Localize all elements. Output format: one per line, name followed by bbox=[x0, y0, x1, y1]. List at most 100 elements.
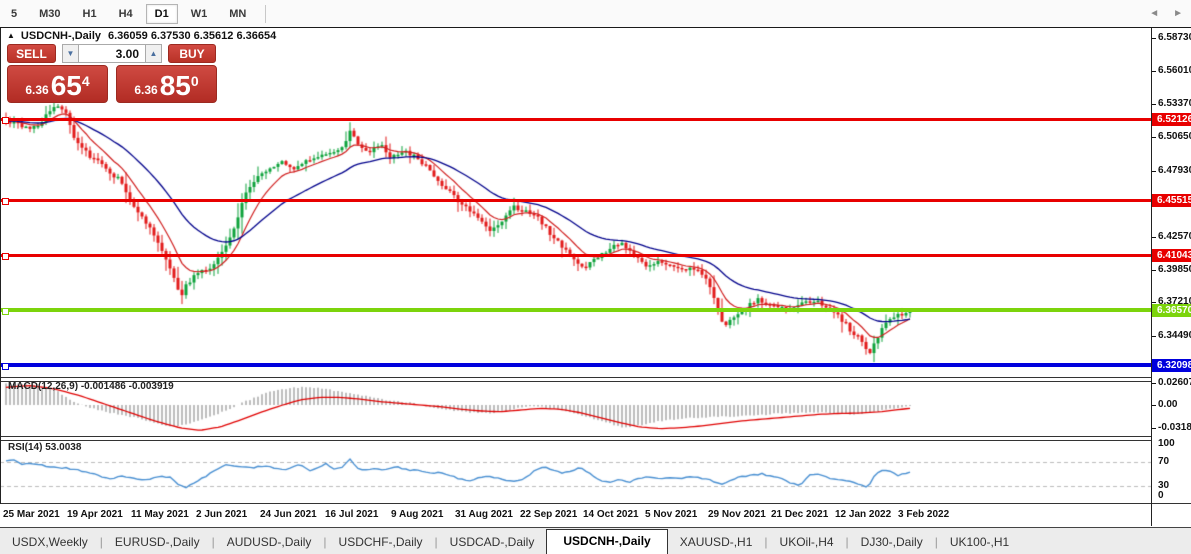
tab-uk100-h1[interactable]: UK100-,H1 bbox=[938, 531, 1021, 554]
trade-panel: SELL ▼ ▲ BUY 6.36 65 4 6.36 85 0 bbox=[7, 44, 217, 103]
axis-tick-mark bbox=[1152, 270, 1156, 271]
price-tick-label: 6.34490 bbox=[1158, 330, 1191, 341]
date-label: 31 Aug 2021 bbox=[455, 509, 513, 520]
tab-usdx-weekly[interactable]: USDX,Weekly bbox=[0, 531, 100, 554]
terminal-window: 5M30H1H4D1W1MN ▲ USDCNH-,Daily 6.36059 6… bbox=[0, 0, 1191, 553]
timeframe-button-m30[interactable]: M30 bbox=[30, 4, 69, 24]
tab-eurusd-daily[interactable]: EURUSD-,Daily bbox=[103, 531, 212, 554]
volume-input[interactable] bbox=[79, 46, 142, 62]
axis-tick-mark bbox=[1152, 104, 1156, 105]
date-axis[interactable]: 25 Mar 2021 19 Apr 2021 11 May 2021 2 Jun 2… bbox=[0, 504, 1151, 526]
macd-label: MACD(12,26,9) -0.001486 -0.003919 bbox=[8, 381, 174, 392]
axis-tick-mark bbox=[1152, 336, 1156, 337]
price-tick-label: 6.56010 bbox=[1158, 65, 1191, 76]
axis-tick-mark bbox=[1152, 237, 1156, 238]
chart-tabs-bar: USDX,Weekly|EURUSD-,Daily|AUDUSD-,Daily|… bbox=[0, 527, 1191, 554]
price-tick-label: 6.39850 bbox=[1158, 264, 1191, 275]
price-level-label: 6.32098 bbox=[1152, 359, 1191, 372]
level-drag-handle[interactable] bbox=[2, 198, 9, 205]
tab-audusd-daily[interactable]: AUDUSD-,Daily bbox=[215, 531, 324, 554]
axis-tick-mark bbox=[1152, 428, 1156, 429]
macd-tick-label: 0.00 bbox=[1158, 399, 1177, 410]
price-level-line-6.36570[interactable] bbox=[1, 308, 1151, 312]
toolbar-separator bbox=[265, 5, 266, 23]
buy-price-prefix: 6.36 bbox=[134, 83, 157, 97]
level-drag-handle[interactable] bbox=[2, 363, 9, 370]
date-label: 2 Jun 2021 bbox=[196, 509, 247, 520]
axis-tick-mark bbox=[1152, 137, 1156, 138]
level-drag-handle[interactable] bbox=[2, 253, 9, 260]
macd-tick-label: 0.02607 bbox=[1158, 377, 1191, 388]
price-level-label: 6.36570 bbox=[1152, 304, 1191, 317]
date-label: 25 Mar 2021 bbox=[3, 509, 60, 520]
chart-header: ▲ USDCNH-,Daily 6.36059 6.37530 6.35612 … bbox=[7, 29, 276, 43]
axis-tick-mark bbox=[1152, 171, 1156, 172]
tab-usdcnh-daily[interactable]: USDCNH-,Daily bbox=[546, 529, 667, 554]
buy-price-box[interactable]: 6.36 85 0 bbox=[116, 65, 217, 103]
buy-price-big: 85 bbox=[160, 71, 191, 101]
sell-price-big: 65 bbox=[51, 71, 82, 101]
collapse-panel-icon[interactable]: ▲ bbox=[7, 31, 15, 41]
timeframe-toolbar: 5M30H1H4D1W1MN bbox=[0, 0, 1191, 28]
timeframe-button-w1[interactable]: W1 bbox=[182, 4, 217, 24]
pane-separator[interactable] bbox=[0, 436, 1191, 441]
tab-ukoil-h4[interactable]: UKOil-,H4 bbox=[768, 531, 846, 554]
price-tick-label: 6.42570 bbox=[1158, 231, 1191, 242]
date-label: 22 Sep 2021 bbox=[520, 509, 577, 520]
axis-tick-mark bbox=[1152, 71, 1156, 72]
sell-button[interactable]: SELL bbox=[7, 44, 56, 63]
rsi-pane-canvas[interactable] bbox=[0, 439, 1151, 503]
volume-increase-button[interactable]: ▲ bbox=[145, 44, 162, 63]
price-level-label: 6.52126 bbox=[1152, 113, 1191, 126]
price-level-line-6.52126[interactable] bbox=[1, 118, 1151, 121]
ohlc-values: 6.36059 6.37530 6.35612 6.36654 bbox=[108, 30, 276, 42]
sell-price-pip: 4 bbox=[82, 73, 90, 89]
date-label: 5 Nov 2021 bbox=[645, 509, 697, 520]
tab-dj30-daily[interactable]: DJ30-,Daily bbox=[849, 531, 935, 554]
date-label: 14 Oct 2021 bbox=[583, 509, 639, 520]
chart-title: USDCNH-,Daily bbox=[21, 30, 101, 42]
price-axis[interactable]: 6.521266.455156.410436.365706.320986.587… bbox=[1152, 28, 1191, 503]
pane-separator[interactable] bbox=[0, 377, 1191, 382]
tab-scroll-right-icon[interactable]: ► bbox=[1173, 8, 1183, 19]
timeframe-button-h1[interactable]: H1 bbox=[74, 4, 106, 24]
macd-tick-label: -0.031872 bbox=[1158, 422, 1191, 433]
date-label: 9 Aug 2021 bbox=[391, 509, 443, 520]
axis-tick-mark bbox=[1152, 38, 1156, 39]
axis-tick-mark bbox=[1152, 383, 1156, 384]
date-label: 12 Jan 2022 bbox=[835, 509, 891, 520]
rsi-tick-label: 70 bbox=[1158, 456, 1169, 467]
tab-scroll-controls: ◄ ► bbox=[1149, 8, 1183, 19]
level-drag-handle[interactable] bbox=[2, 117, 9, 124]
tab-xauusd-h1[interactable]: XAUUSD-,H1 bbox=[668, 531, 765, 554]
date-label: 19 Apr 2021 bbox=[67, 509, 123, 520]
tab-usdcad-daily[interactable]: USDCAD-,Daily bbox=[438, 531, 547, 554]
chart-left-border bbox=[0, 28, 1, 526]
price-tick-label: 6.47930 bbox=[1158, 165, 1191, 176]
tab-usdchf-daily[interactable]: USDCHF-,Daily bbox=[327, 531, 435, 554]
price-level-line-6.45515[interactable] bbox=[1, 199, 1151, 202]
price-level-label: 6.41043 bbox=[1152, 249, 1191, 262]
sell-price-box[interactable]: 6.36 65 4 bbox=[7, 65, 108, 103]
timeframe-button-h4[interactable]: H4 bbox=[110, 4, 142, 24]
date-label: 21 Dec 2021 bbox=[771, 509, 828, 520]
date-label: 16 Jul 2021 bbox=[325, 509, 378, 520]
level-drag-handle[interactable] bbox=[2, 308, 9, 315]
price-tick-label: 6.53370 bbox=[1158, 98, 1191, 109]
timeframe-button-mn[interactable]: MN bbox=[220, 4, 255, 24]
date-label: 29 Nov 2021 bbox=[708, 509, 766, 520]
price-level-line-6.41043[interactable] bbox=[1, 254, 1151, 257]
timeframe-button-d1[interactable]: D1 bbox=[146, 4, 178, 24]
date-label: 3 Feb 2022 bbox=[898, 509, 949, 520]
axis-tick-mark bbox=[1152, 302, 1156, 303]
volume-decrease-button[interactable]: ▼ bbox=[62, 44, 79, 63]
date-label: 11 May 2021 bbox=[131, 509, 189, 520]
buy-price-pip: 0 bbox=[191, 73, 199, 89]
tab-scroll-left-icon[interactable]: ◄ bbox=[1149, 8, 1159, 19]
price-level-line-6.32098[interactable] bbox=[1, 363, 1151, 367]
rsi-tick-label: 0 bbox=[1158, 490, 1164, 501]
price-tick-label: 6.58730 bbox=[1158, 32, 1191, 43]
timeframe-button-5[interactable]: 5 bbox=[2, 4, 26, 24]
axis-tick-mark bbox=[1152, 405, 1156, 406]
buy-button[interactable]: BUY bbox=[168, 44, 216, 63]
